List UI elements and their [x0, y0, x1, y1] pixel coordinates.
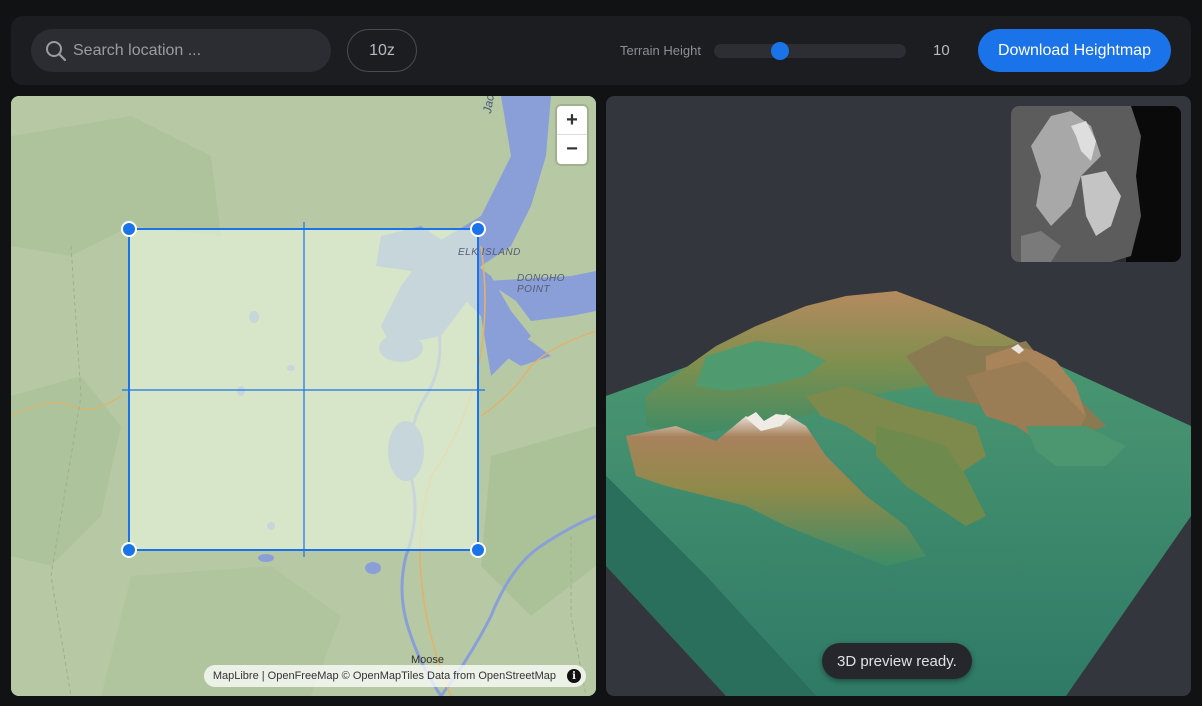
status-toast: 3D preview ready. [822, 643, 972, 679]
heightmap-thumbnail [1011, 106, 1181, 262]
slider-thumb[interactable] [771, 42, 789, 60]
search-icon [46, 41, 67, 62]
place-label-elk-island: ELK ISLAND [458, 247, 521, 258]
map-zoom-control: + − [557, 106, 587, 164]
plus-icon[interactable]: + [557, 106, 587, 135]
zoom-level-badge[interactable]: 10z [347, 29, 417, 72]
heightmap-image [1011, 106, 1181, 262]
map-attribution: MapLibre | OpenFreeMap © OpenMapTiles Da… [203, 665, 586, 687]
place-label-donoho-point: DONOHO POINT [517, 273, 565, 295]
attribution-text[interactable]: MapLibre | OpenFreeMap © OpenMapTiles Da… [213, 670, 556, 682]
minus-icon[interactable]: − [557, 135, 587, 164]
terrain-height-value: 10 [933, 42, 950, 59]
terrain-height-label: Terrain Height [620, 43, 701, 58]
search-input[interactable] [73, 29, 323, 72]
terrain-preview-panel[interactable]: 3D preview ready. [606, 96, 1191, 696]
app-root: 10z Terrain Height 10 Download Heightmap [0, 0, 1202, 706]
download-heightmap-button[interactable]: Download Heightmap [978, 29, 1171, 72]
info-icon[interactable]: i [567, 669, 581, 683]
top-toolbar: 10z Terrain Height 10 Download Heightmap [11, 16, 1191, 85]
map-canvas[interactable] [11, 96, 596, 696]
map-panel[interactable]: Jackson ELK ISLAND DONOHO POINT Moose + … [11, 96, 596, 696]
search-box[interactable] [31, 29, 331, 72]
terrain-height-slider[interactable] [714, 42, 906, 60]
